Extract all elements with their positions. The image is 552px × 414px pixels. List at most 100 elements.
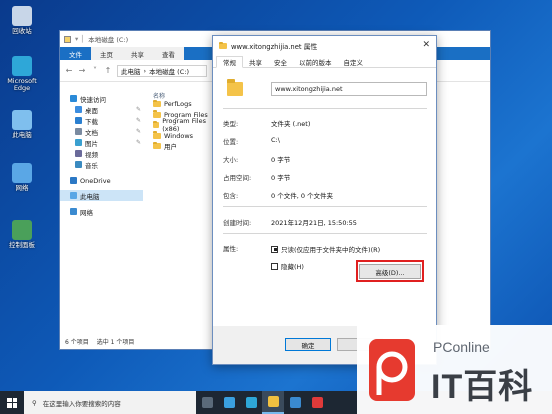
breadcrumb-separator-icon: › (143, 66, 147, 75)
hidden-checkbox[interactable]: 隐藏(H) (271, 261, 304, 271)
sidebar-item-0[interactable]: 快速访问 (60, 93, 143, 104)
item-count: 6 个项目 (65, 339, 89, 346)
close-icon[interactable]: ✕ (422, 40, 430, 50)
sidebar-item-6[interactable]: 音乐 (60, 159, 143, 170)
advanced-button-highlight (356, 260, 424, 282)
taskbar-app-2[interactable] (240, 391, 262, 414)
size-value: 0 字节 (271, 156, 291, 164)
checkbox-partial-icon[interactable] (271, 245, 278, 253)
hidden-label: 隐藏(H) (281, 263, 304, 271)
size-row: 大小: 0 字节 (223, 154, 290, 164)
folder-icon (219, 41, 227, 49)
back-arrow-icon[interactable]: ← (65, 66, 73, 75)
ribbon-tab-view[interactable]: 查看 (153, 47, 184, 60)
nav-item-icon (75, 106, 82, 113)
desktop-icon-label: 回收站 (12, 27, 32, 35)
desktop-control-panel[interactable]: 控制面板 (4, 220, 40, 249)
taskbar-app-3[interactable] (262, 391, 284, 414)
list-item[interactable]: 用户 (153, 141, 211, 152)
tab-customize[interactable]: 自定义 (338, 56, 370, 67)
up-arrow-icon[interactable]: ↑ (104, 66, 112, 75)
sidebar-item-9[interactable]: 网络 (60, 206, 143, 217)
attributes-label: 属性: (223, 245, 239, 253)
forward-arrow-icon[interactable]: → (78, 66, 86, 75)
navigation-pane: 快速访问 桌面 ✎ 下载 ✎ 文档 ✎ 图片 ✎ 视频 音乐 OneDrive 此电脑 … (60, 87, 143, 335)
sidebar-item-8[interactable]: 此电脑 (60, 190, 143, 201)
dialog-title: www.xitongzhijia.net 属性 (231, 43, 318, 51)
sidebar-item-2[interactable]: 下载 ✎ (60, 115, 143, 126)
contains-row: 包含: 0 个文件, 0 个文件夹 (223, 190, 333, 200)
file-name: 用户 (164, 143, 177, 152)
dialog-titlebar[interactable]: www.xitongzhijia.net 属性 (213, 36, 436, 56)
sidebar-item-label: 图片 (85, 139, 98, 148)
divider (223, 108, 427, 109)
tab-sharing[interactable]: 共享 (243, 56, 268, 67)
size-on-disk-label: 占用空间: (223, 174, 252, 182)
readonly-checkbox[interactable]: 只读(仅应用于文件夹中的文件)(R) (271, 244, 380, 254)
sidebar-item-7[interactable]: OneDrive (60, 175, 143, 186)
contains-label: 包含: (223, 192, 239, 200)
size-label: 大小: (223, 156, 239, 164)
task-view-icon (201, 397, 213, 408)
ok-button[interactable]: 确定 (285, 338, 331, 351)
sidebar-item-3[interactable]: 文档 ✎ (60, 126, 143, 137)
pin-icon: ✎ (135, 139, 141, 146)
nav-item-icon (75, 161, 82, 168)
watermark-title: IT百科 (431, 368, 534, 406)
desktop-network[interactable]: 网络 (4, 163, 40, 192)
properties-dialog[interactable]: www.xitongzhijia.net 属性 ✕ 常规 共享 安全 以前的版本… (212, 35, 437, 365)
ribbon-tab-home[interactable]: 主页 (91, 47, 122, 60)
pconline-logo-icon (369, 339, 415, 401)
sidebar-item-4[interactable]: 图片 ✎ (60, 137, 143, 148)
edge-icon (245, 397, 257, 408)
ribbon-tab-file[interactable]: 文件 (60, 47, 91, 60)
taskbar-search-box[interactable]: ⚲ 在这里输入你要搜索的内容 (24, 391, 196, 414)
tab-general[interactable]: 常规 (216, 56, 243, 68)
tab-security[interactable]: 安全 (268, 56, 293, 67)
created-value: 2021年12月21日, 15:50:55 (271, 219, 357, 227)
location-label: 位置: (223, 138, 239, 146)
size-on-disk-value: 0 字节 (271, 174, 291, 182)
file-name: Windows (164, 131, 194, 140)
attributes-row: 属性: (223, 243, 271, 253)
sidebar-item-label: 快速访问 (80, 95, 106, 104)
desktop-recycle-bin[interactable]: 回收站 (4, 6, 40, 35)
ribbon-tab-share[interactable]: 共享 (122, 47, 153, 60)
taskbar-app-1[interactable] (218, 391, 240, 414)
type-row: 类型: 文件夹 (.net) (223, 118, 310, 128)
pin-icon: ✎ (135, 117, 141, 124)
nav-item-icon (75, 139, 82, 146)
sidebar-item-5[interactable]: 视频 (60, 148, 143, 159)
folder-name-field[interactable]: www.xitongzhijia.net (271, 82, 427, 96)
sidebar-item-1[interactable]: 桌面 ✎ (60, 104, 143, 115)
desktop-edge[interactable]: Microsoft Edge (4, 56, 40, 93)
breadcrumb-c-drive[interactable]: 本地磁盘 (C:) (149, 66, 189, 76)
desktop-this-pc[interactable]: 此电脑 (4, 110, 40, 139)
recycle-bin-icon (12, 6, 32, 26)
created-row: 创建时间: 2021年12月21日, 15:50:55 (223, 217, 357, 227)
desktop-icon-label: Microsoft Edge (7, 77, 37, 93)
pin-icon: ✎ (135, 128, 141, 135)
windows-logo-icon (7, 397, 17, 408)
taskbar-app-5[interactable] (306, 391, 328, 414)
quick-access-toolbar-icon[interactable]: ▾ │ (75, 35, 84, 43)
recent-chevron-icon[interactable]: ˅ (91, 66, 99, 75)
readonly-label: 只读(仅应用于文件夹中的文件)(R) (281, 246, 381, 254)
start-button[interactable] (0, 391, 24, 414)
file-explorer-icon (267, 396, 279, 407)
taskbar-app-0[interactable] (196, 391, 218, 414)
control-panel-icon (12, 220, 32, 240)
list-item[interactable]: PerfLogs (153, 99, 211, 110)
pin-icon: ✎ (135, 106, 141, 113)
taskbar-app-4[interactable] (284, 391, 306, 414)
type-label: 类型: (223, 120, 239, 128)
checkbox-empty-icon[interactable] (271, 262, 278, 270)
breadcrumb-this-pc[interactable]: 此电脑 (121, 66, 141, 76)
nav-item-icon (75, 150, 82, 157)
tab-previous-versions[interactable]: 以前的版本 (293, 56, 338, 67)
list-item[interactable]: Program Files (x86) (153, 117, 211, 133)
dialog-tabs: 常规 共享 安全 以前的版本 自定义 (213, 56, 436, 68)
sidebar-item-label: 此电脑 (80, 192, 100, 201)
app-icon (311, 397, 323, 408)
address-bar[interactable]: 此电脑 › 本地磁盘 (C:) (117, 64, 207, 77)
